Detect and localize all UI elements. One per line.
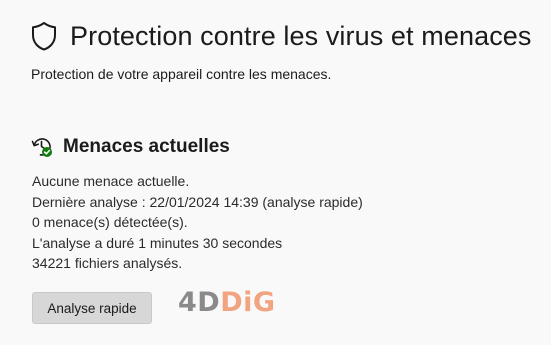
page-title: Protection contre les virus et menaces xyxy=(70,20,532,51)
watermark-part-4d: 4D xyxy=(178,287,221,318)
watermark-logo: 4DDiG xyxy=(178,286,276,320)
watermark-part-dig: DiG xyxy=(220,287,276,318)
section-title: Menaces actuelles xyxy=(63,136,230,157)
current-threats-header: Menaces actuelles xyxy=(31,134,230,160)
page-subtitle: Protection de votre appareil contre les … xyxy=(31,66,332,82)
scan-duration-text: L'analyse a duré 1 minutes 30 secondes xyxy=(32,234,283,251)
quick-scan-button[interactable]: Analyse rapide xyxy=(32,292,152,324)
files-scanned-text: 34221 fichiers analysés. xyxy=(32,255,183,271)
shield-icon xyxy=(31,21,57,51)
last-scan-text: Dernière analyse : 22/01/2024 14:39 (ana… xyxy=(32,193,363,210)
clock-refresh-check-icon xyxy=(31,136,53,158)
threats-found-text: 0 menace(s) détectée(s). xyxy=(32,214,188,230)
no-threats-text: Aucune menace actuelle. xyxy=(32,173,190,189)
threat-status-details: Aucune menace actuelle. Dernière analyse… xyxy=(32,171,363,274)
page-header: Protection contre les virus et menaces xyxy=(31,16,532,56)
